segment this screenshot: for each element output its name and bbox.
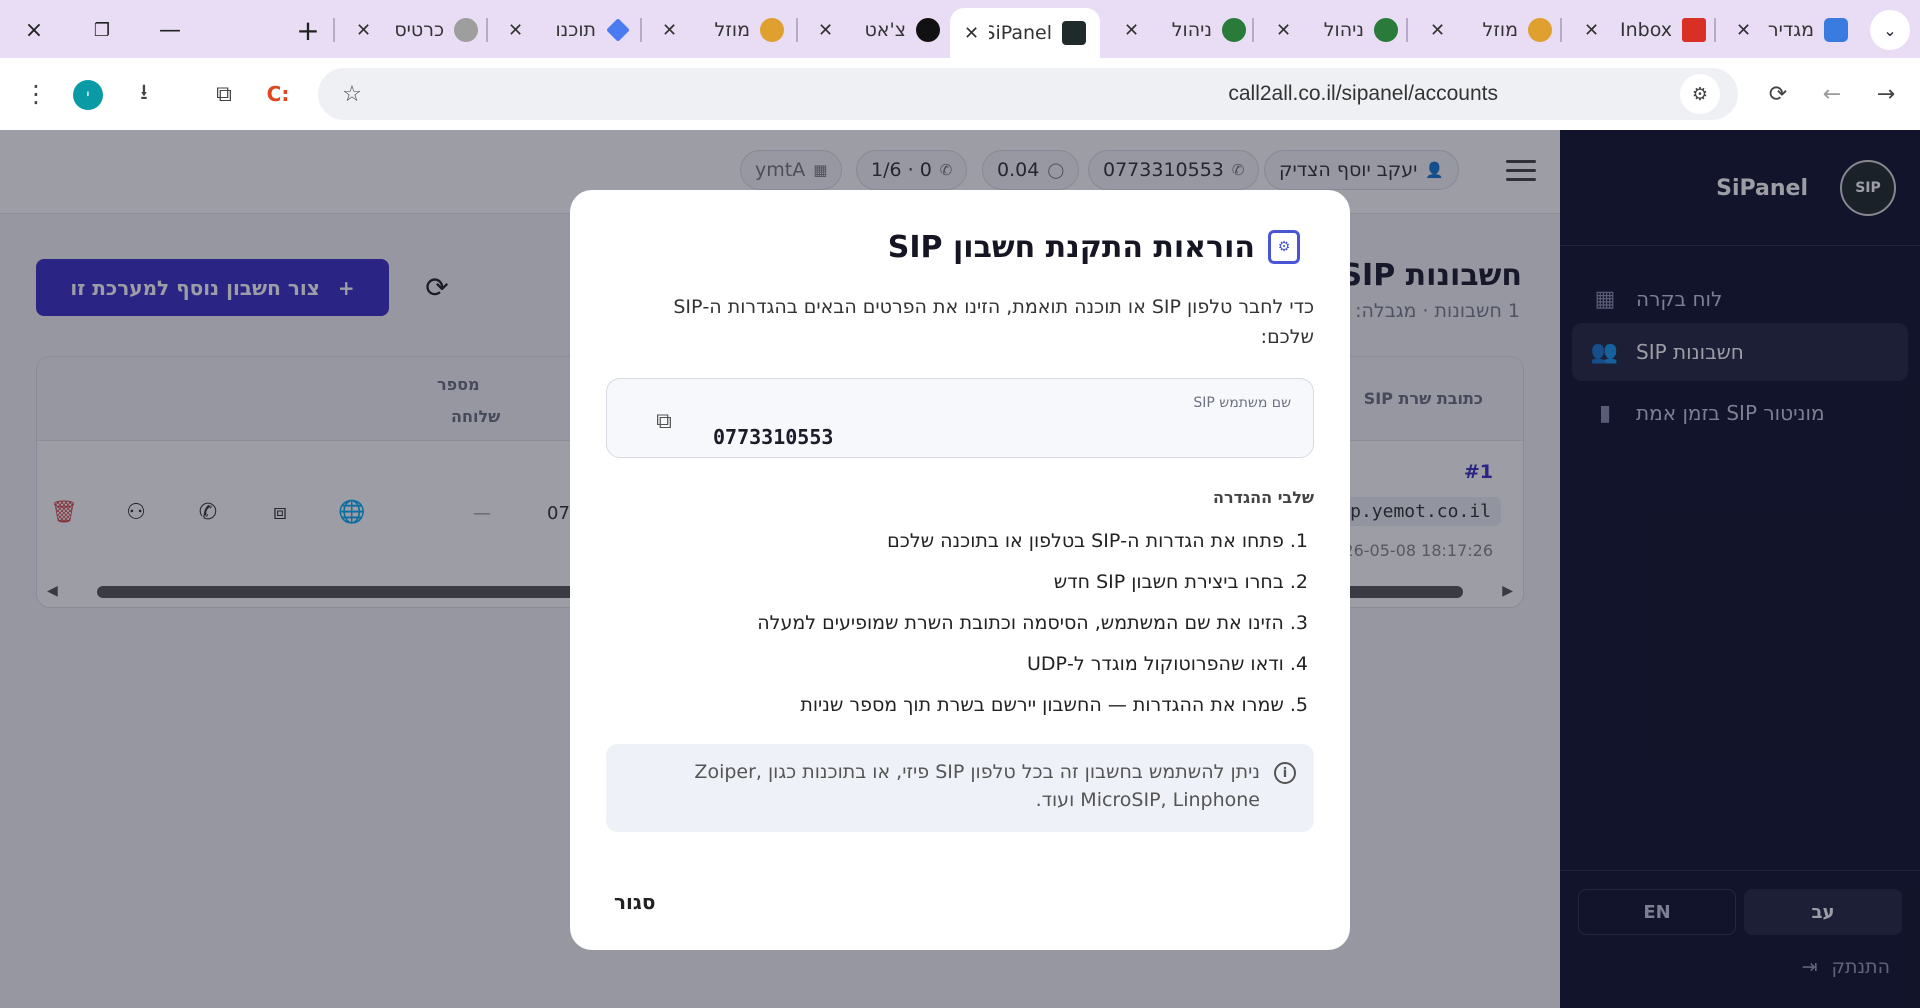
setup-step: 4. ודאו שהפרוטוקול מוגדר ל-UDP [1027,653,1308,675]
browser-tab[interactable]: ניהול ✕ [1262,8,1412,52]
browser-tab[interactable]: Inbox ✕ [1570,8,1720,52]
profile-avatar[interactable]: י [73,80,103,110]
close-tab-icon[interactable]: ✕ [818,20,833,41]
back-icon[interactable]: ← [1812,74,1852,114]
reload-icon[interactable]: ⟳ [1758,74,1798,114]
download-icon[interactable]: ⭳ [124,74,164,114]
browser-tab[interactable]: ניהול ✕ [1110,8,1260,52]
site-favicon-icon [1222,18,1246,42]
chatgpt-favicon-icon [916,18,940,42]
site-favicon-icon [1824,18,1848,42]
browser-toolbar: ⋮ י ⭳ ⧉ C: ☆ call2all.co.il/sipanel/acco… [0,58,1920,130]
close-tab-icon[interactable]: ✕ [1736,20,1751,41]
site-favicon-icon [1374,18,1398,42]
tab-search-dropdown-icon[interactable]: ⌄ [1870,10,1910,50]
sip-setup-dialog: ⚙ הוראות התקנת חשבון SIP כדי לחבר טלפון … [570,190,1350,950]
close-tab-icon[interactable]: ✕ [964,23,979,44]
browser-tab[interactable]: מוזל ✕ [648,8,798,52]
username-field: שם משתמש SIP 0773310553 ⧉ [606,378,1314,458]
site-favicon-icon [1528,18,1552,42]
close-tab-icon[interactable]: ✕ [356,20,371,41]
browser-tab-active[interactable]: SiPanel ✕ [950,8,1100,58]
browser-tab[interactable]: כרטיס ✕ [342,8,492,52]
forward-icon[interactable]: → [1866,74,1906,114]
phone-settings-icon: ⚙ [1268,230,1300,264]
gemini-favicon-icon [606,18,630,42]
steps-title: שלבי ההגדרה [1212,488,1314,507]
browser-tab[interactable]: תוכנו ✕ [494,8,644,52]
info-note: i ניתן להשתמש בחשבון זה בכל טלפון SIP פי… [606,744,1314,832]
dialog-title: הוראות התקנת חשבון SIP [887,230,1255,265]
setup-steps-list: 1. פתחו את הגדרות ה-SIP בטלפון או בתוכנה… [618,526,1308,731]
gmail-favicon-icon [1682,18,1706,42]
site-settings-icon[interactable]: ⚙ [1680,74,1720,114]
close-tab-icon[interactable]: ✕ [508,20,523,41]
minimize-window-icon[interactable]: — [150,10,190,50]
browser-menu-icon[interactable]: ⋮ [16,74,56,114]
close-tab-icon[interactable]: ✕ [1124,20,1139,41]
bookmark-star-icon[interactable]: ☆ [332,74,372,114]
info-icon: i [1274,762,1296,784]
close-tab-icon[interactable]: ✕ [1430,20,1445,41]
sipanel-favicon-icon [1062,21,1086,45]
copy-icon[interactable]: ⧉ [651,407,677,435]
setup-step: 1. פתחו את הגדרות ה-SIP בטלפון או בתוכנה… [887,530,1308,552]
close-tab-icon[interactable]: ✕ [1584,20,1599,41]
setup-step: 5. שמרו את ההגדרות — החשבון יירשם בשרת ת… [800,694,1308,716]
restore-window-icon[interactable]: ❐ [82,10,122,50]
username-label: שם משתמש SIP [1193,395,1291,411]
close-tab-icon[interactable]: ✕ [662,20,677,41]
info-text: ניתן להשתמש בחשבון זה בכל טלפון SIP פיזי… [694,761,1260,811]
setup-step: 2. בחרו ביצירת חשבון SIP חדש [1053,571,1308,593]
address-bar[interactable]: ☆ call2all.co.il/sipanel/accounts ⚙ [318,68,1738,120]
close-tab-icon[interactable]: ✕ [1276,20,1291,41]
close-button[interactable]: סגור [614,890,655,914]
browser-tab[interactable]: צ'אט ✕ [804,8,954,52]
username-value[interactable]: 0773310553 [713,425,833,449]
extension-c-icon[interactable]: C: [258,74,298,114]
chrome-favicon-icon [454,18,478,42]
browser-tab-bar: × ❐ — + כרטיס ✕ תוכנו ✕ מוזל ✕ צ'אט ✕ Si… [0,0,1920,58]
extensions-icon[interactable]: ⧉ [204,74,244,114]
site-favicon-icon [760,18,784,42]
browser-tab[interactable]: מגדיר ✕ [1722,8,1862,52]
close-window-icon[interactable]: × [14,10,54,50]
dialog-intro: כדי לחבר טלפון SIP או תוכנה תואמת, הזינו… [673,296,1314,348]
url-text[interactable]: call2all.co.il/sipanel/accounts [1228,82,1498,106]
browser-tab[interactable]: מוזל ✕ [1416,8,1566,52]
new-tab-icon[interactable]: + [288,10,328,50]
setup-step: 3. הזינו את שם המשתמש, הסיסמה וכתובת השר… [757,612,1308,634]
